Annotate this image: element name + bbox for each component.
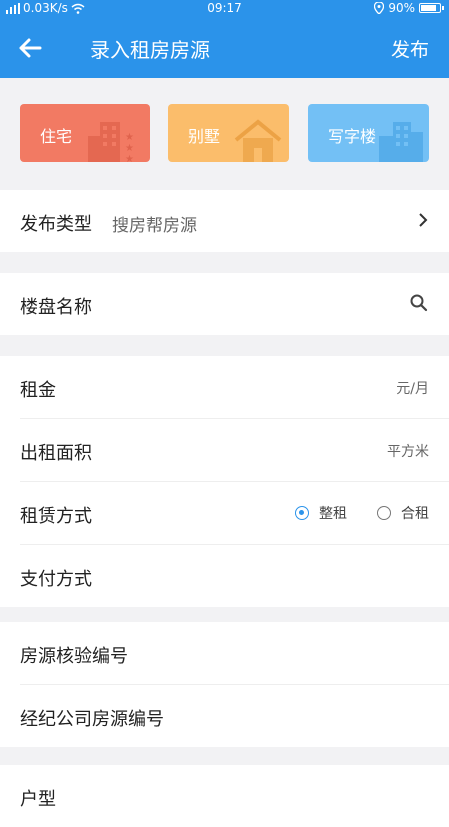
- lease-mode-row: 租赁方式 整租 合租: [20, 482, 449, 545]
- layout-label: 户型: [20, 789, 56, 810]
- type-residential-button[interactable]: 住宅 ★ ★ ★: [20, 104, 150, 162]
- layout-row[interactable]: 户型: [20, 765, 449, 827]
- lease-whole-label: 整租: [319, 506, 347, 522]
- rent-unit: 元/月: [396, 381, 429, 397]
- rent-label: 租金: [20, 380, 56, 401]
- location-icon: [374, 2, 385, 14]
- estate-name-row[interactable]: 楼盘名称: [20, 273, 449, 335]
- chevron-right-icon: [419, 213, 428, 227]
- numbers-section: 房源核验编号 经纪公司房源编号: [0, 622, 449, 747]
- property-type-selector: 住宅 ★ ★ ★ 别墅 写字楼: [0, 78, 449, 190]
- verify-no-row[interactable]: 房源核验编号: [20, 622, 449, 685]
- payment-row[interactable]: 支付方式: [20, 545, 449, 607]
- rent-row[interactable]: 租金 元/月: [20, 356, 449, 419]
- office-icon: [379, 122, 423, 162]
- publish-type-section: 发布类型 搜房帮房源: [0, 190, 449, 252]
- agency-no-label: 经纪公司房源编号: [20, 709, 164, 730]
- estate-section: 楼盘名称: [0, 273, 449, 335]
- lease-mode-radio-group: 整租 合租: [265, 503, 429, 523]
- publish-button[interactable]: 发布: [391, 35, 429, 62]
- verify-no-label: 房源核验编号: [20, 646, 128, 667]
- area-row[interactable]: 出租面积 平方米: [20, 419, 449, 482]
- page-title: 录入租房房源: [90, 38, 210, 62]
- svg-text:★: ★: [125, 154, 134, 162]
- area-unit: 平方米: [387, 444, 429, 460]
- house-icon: [234, 119, 282, 162]
- lease-shared-label: 合租: [401, 506, 429, 522]
- rent-details-section: 租金 元/月 出租面积 平方米 租赁方式 整租 合租 支付方式: [0, 356, 449, 607]
- radio-unchecked-icon: [377, 506, 391, 520]
- type-villa-button[interactable]: 别墅: [168, 104, 289, 162]
- type-villa-label: 别墅: [188, 127, 221, 146]
- battery-percent: 90%: [388, 1, 415, 15]
- publish-type-value: 搜房帮房源: [112, 216, 197, 236]
- battery-icon: [419, 3, 444, 13]
- search-icon[interactable]: [409, 293, 429, 313]
- publish-type-row[interactable]: 发布类型 搜房帮房源: [20, 190, 449, 252]
- svg-text:★: ★: [125, 132, 134, 143]
- radio-checked-icon: [295, 506, 309, 520]
- type-office-label: 写字楼: [328, 127, 377, 146]
- back-arrow-icon[interactable]: [14, 32, 46, 64]
- publish-type-label: 发布类型: [20, 214, 92, 235]
- lease-whole-radio[interactable]: 整租: [295, 503, 347, 523]
- navbar: 录入租房房源 发布: [0, 18, 449, 78]
- svg-text:★: ★: [125, 143, 134, 154]
- lease-shared-radio[interactable]: 合租: [377, 503, 429, 523]
- layout-section: 户型: [0, 765, 449, 827]
- agency-no-row[interactable]: 经纪公司房源编号: [20, 685, 449, 747]
- payment-label: 支付方式: [20, 569, 92, 590]
- lease-mode-label: 租赁方式: [20, 506, 92, 527]
- battery-fill: [421, 5, 436, 11]
- area-label: 出租面积: [20, 443, 92, 464]
- building-icon: ★ ★ ★: [88, 122, 134, 162]
- status-bar: 0.03K/s 09:17 90%: [0, 0, 449, 18]
- type-office-button[interactable]: 写字楼: [308, 104, 429, 162]
- type-residential-label: 住宅: [40, 127, 73, 146]
- estate-name-label: 楼盘名称: [20, 297, 92, 318]
